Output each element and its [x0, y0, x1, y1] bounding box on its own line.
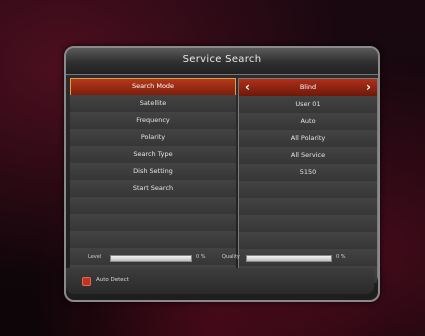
quality-label: Quality: [222, 254, 240, 260]
level-meter-bar: [110, 255, 192, 262]
menu-empty-row: [70, 214, 236, 232]
signal-meters: Level 0 % Quality 0 %: [64, 252, 376, 266]
quality-meter-bar: [246, 255, 332, 262]
menu-empty-row: [70, 197, 236, 215]
value-empty-row: [239, 215, 377, 233]
chevron-right-icon[interactable]: ›: [366, 79, 371, 96]
value-satellite[interactable]: User 01: [239, 96, 377, 114]
value-search-mode[interactable]: ‹ Blind ›: [239, 79, 377, 97]
red-button-icon[interactable]: [82, 277, 91, 286]
value-polarity[interactable]: All Polarity: [239, 130, 377, 148]
menu-item-frequency[interactable]: Frequency: [70, 112, 236, 130]
value-dish-setting[interactable]: 5150: [239, 164, 377, 182]
auto-detect-hint: Auto Detect: [96, 277, 129, 283]
menu-item-start-search[interactable]: Start Search: [70, 180, 236, 198]
value-empty-row: [239, 198, 377, 216]
value-search-type[interactable]: All Service: [239, 147, 377, 165]
menu-item-search-type[interactable]: Search Type: [70, 146, 236, 164]
menu-item-satellite[interactable]: Satellite: [70, 95, 236, 113]
menu-item-dish-setting[interactable]: Dish Setting: [70, 163, 236, 181]
level-label: Level: [88, 254, 102, 260]
hint-bar: Auto Detect: [66, 268, 374, 294]
menu-item-search-mode[interactable]: Search Mode: [70, 78, 236, 96]
value-frequency[interactable]: Auto: [239, 113, 377, 131]
value-empty-row: [239, 232, 377, 250]
menu-item-polarity[interactable]: Polarity: [70, 129, 236, 147]
title-bar: Service Search: [66, 48, 378, 75]
quality-value: 0 %: [336, 254, 346, 260]
value-search-mode-text: Blind: [299, 83, 317, 91]
chevron-left-icon[interactable]: ‹: [245, 79, 250, 96]
menu-empty-row: [70, 231, 236, 249]
level-value: 0 %: [196, 254, 206, 260]
page-title: Service Search: [182, 54, 262, 65]
value-empty-row: [239, 181, 377, 199]
